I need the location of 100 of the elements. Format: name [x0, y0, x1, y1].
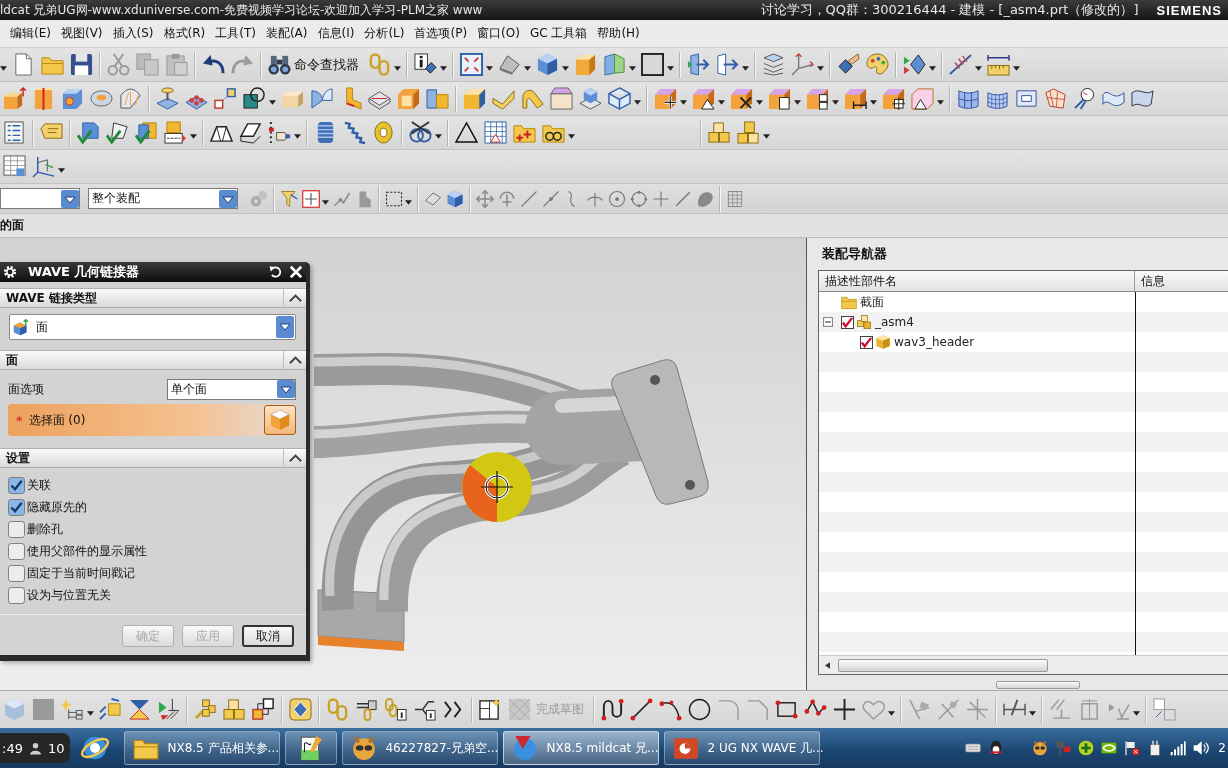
box-dimension-icon[interactable] — [844, 87, 867, 110]
caret-icon[interactable] — [929, 66, 936, 71]
horizontal-scrollbar[interactable] — [819, 655, 1228, 674]
scroll-left-icon[interactable] — [825, 661, 830, 669]
checkbox[interactable] — [8, 520, 25, 538]
checkbox-label[interactable]: 关联 — [27, 476, 51, 494]
sketch-arc-icon[interactable] — [659, 698, 682, 721]
caret-icon[interactable] — [1133, 711, 1140, 716]
line-point-icon[interactable] — [542, 189, 560, 208]
stacked-cubes-icon[interactable] — [708, 121, 731, 144]
tree-info-icon[interactable] — [413, 698, 436, 721]
diamond-tile-icon[interactable] — [289, 698, 312, 721]
circle-points-icon[interactable] — [630, 189, 648, 208]
chevron-up-icon[interactable] — [288, 294, 302, 302]
tilted-plate-icon[interactable] — [498, 53, 521, 76]
taskbar-button[interactable]: NX8.5 mildcat 兄... — [503, 731, 660, 765]
folded-strip-icon[interactable] — [492, 87, 515, 110]
undo-arrow-icon[interactable] — [202, 53, 225, 76]
zigzag-line-icon[interactable] — [343, 121, 366, 144]
cube-icon[interactable] — [446, 189, 464, 208]
info-icon[interactable] — [414, 53, 437, 76]
caret-icon[interactable] — [405, 200, 412, 205]
menu-item[interactable]: 编辑(E) — [7, 25, 54, 42]
link-info-icon[interactable] — [384, 698, 407, 721]
tree-item-label[interactable]: 截面 — [860, 293, 884, 311]
caret-icon[interactable] — [87, 711, 94, 716]
block-arrow-icon[interactable] — [3, 87, 26, 110]
caret-icon[interactable] — [937, 100, 944, 105]
box-arrow-icon[interactable] — [687, 53, 710, 76]
caret-icon[interactable] — [756, 100, 763, 105]
chevron-up-icon[interactable] — [288, 356, 302, 364]
tree-item-label[interactable]: _asm4 — [875, 315, 914, 329]
caret-icon[interactable] — [870, 100, 877, 105]
caret-icon[interactable] — [888, 711, 895, 716]
block-icon[interactable] — [463, 87, 486, 110]
column-header[interactable]: 信息 — [1135, 271, 1228, 291]
framed-patch-icon[interactable] — [1015, 87, 1038, 110]
sketch-rectangle-icon[interactable] — [775, 698, 798, 721]
checkbox-label[interactable]: 固定于当前时间戳记 — [27, 564, 135, 582]
section-header[interactable]: 设置 — [0, 448, 306, 468]
flag-error-icon[interactable] — [1123, 740, 1140, 756]
platform-icon[interactable] — [156, 87, 179, 110]
caret-icon[interactable] — [486, 66, 493, 71]
caret-icon[interactable] — [794, 100, 801, 105]
box-cross-icon[interactable] — [730, 87, 753, 110]
washer-icon[interactable] — [372, 121, 395, 144]
checkbox-label[interactable]: 设为与位置无关 — [27, 586, 111, 604]
column-header[interactable]: 描述性部件名 — [819, 271, 1135, 291]
type-filter-dropdown[interactable] — [0, 188, 80, 209]
sketch-line-icon[interactable] — [630, 698, 653, 721]
checkbox[interactable] — [860, 335, 873, 349]
ribbon-icon[interactable] — [1131, 87, 1154, 110]
caret-icon[interactable] — [394, 66, 401, 71]
dashed-rectangle-icon[interactable] — [385, 189, 403, 208]
funnel-arrow-icon[interactable] — [280, 189, 298, 208]
caret-icon[interactable] — [440, 66, 447, 71]
chevron-up-icon[interactable] — [288, 454, 302, 462]
checkbox[interactable] — [8, 498, 25, 516]
taskbar-button[interactable] — [285, 731, 338, 765]
menu-item[interactable]: 信息(I) — [314, 25, 358, 42]
table-grid-icon[interactable] — [484, 121, 507, 144]
menu-item[interactable]: GC 工具箱 — [526, 25, 591, 42]
select-face-button[interactable] — [264, 405, 296, 435]
curled-strip-icon[interactable] — [521, 87, 544, 110]
clipboard-icon[interactable] — [165, 53, 188, 76]
box-triangle-icon[interactable] — [692, 87, 715, 110]
box-select-icon[interactable] — [302, 189, 320, 208]
palette-icon[interactable] — [866, 53, 889, 76]
scrollbar-thumb[interactable] — [838, 658, 1048, 672]
two-blocks-icon[interactable] — [426, 87, 449, 110]
sketched-wedge-icon[interactable] — [239, 121, 262, 144]
keyboard-icon[interactable] — [965, 740, 982, 756]
menu-item[interactable]: 插入(S) — [109, 25, 157, 42]
ticked-line-icon[interactable] — [949, 53, 972, 76]
menu-item[interactable]: 工具(T) — [212, 25, 259, 42]
square-pair-icon[interactable] — [1153, 698, 1176, 721]
box-target-icon[interactable] — [882, 87, 905, 110]
caret-icon[interactable] — [524, 66, 531, 71]
signal-bars-icon[interactable] — [1169, 740, 1186, 756]
caret-icon[interactable] — [562, 66, 569, 71]
wire-cube-icon[interactable] — [608, 87, 631, 110]
pipe-link-icon[interactable] — [355, 698, 378, 721]
twisted-sheet-icon[interactable] — [310, 87, 333, 110]
stacked-cubes-icon[interactable] — [737, 121, 760, 144]
binoculars-icon[interactable] — [268, 53, 291, 76]
caret-icon[interactable] — [975, 66, 982, 71]
fit-view-icon[interactable] — [460, 53, 483, 76]
caret-icon[interactable] — [269, 100, 276, 105]
scrollbar-thumb[interactable] — [996, 681, 1080, 689]
eye-logo-icon[interactable] — [1100, 740, 1117, 756]
spreadsheet-icon[interactable] — [3, 155, 26, 178]
link-type-dropdown[interactable]: 面 — [9, 314, 296, 340]
wedge-check-icon[interactable] — [106, 121, 129, 144]
reset-arrow-icon[interactable] — [269, 265, 283, 279]
block-hole-icon[interactable] — [61, 87, 84, 110]
line-icon[interactable] — [520, 189, 538, 208]
block-check-icon[interactable] — [77, 121, 100, 144]
gear-icon[interactable] — [3, 265, 17, 279]
box-arrow-icon[interactable] — [716, 53, 739, 76]
face-selection-row[interactable]: * 选择面 (0) — [8, 404, 296, 436]
